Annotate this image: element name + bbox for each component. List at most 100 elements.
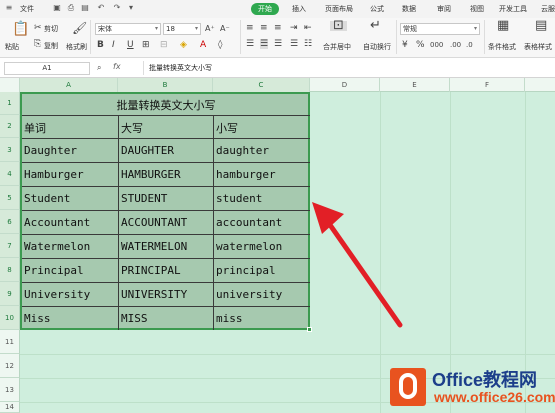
dropdown-icon[interactable]: ▾: [126, 3, 136, 13]
format-painter-icon[interactable]: 🖌: [72, 22, 87, 34]
row-header-10[interactable]: 10: [0, 306, 20, 330]
table-cell[interactable]: DAUGHTER: [121, 144, 174, 157]
tab-review[interactable]: 审阅: [437, 4, 451, 14]
tab-data[interactable]: 数据: [402, 4, 416, 14]
border-icon[interactable]: ⊞: [142, 40, 150, 50]
number-format-select[interactable]: 常规 ▾: [400, 23, 480, 35]
table-cell[interactable]: MISS: [121, 312, 148, 325]
select-all-corner[interactable]: [0, 78, 20, 92]
row-header-9[interactable]: 9: [0, 282, 20, 306]
tab-cloud[interactable]: 云服: [541, 4, 555, 14]
menu-icon[interactable]: ≡: [4, 3, 14, 13]
table-cell[interactable]: STUDENT: [121, 192, 167, 205]
table-cell[interactable]: miss: [216, 312, 243, 325]
increase-decimal-icon[interactable]: .00: [450, 40, 461, 50]
row-header-7[interactable]: 7: [0, 234, 20, 258]
column-header-a[interactable]: A: [20, 78, 118, 92]
table-style-icon[interactable]: ▤: [535, 19, 547, 32]
strikethrough-icon[interactable]: ⊟: [160, 40, 168, 50]
column-header-b[interactable]: B: [118, 78, 213, 92]
bold-icon[interactable]: B: [97, 40, 104, 50]
font-color-icon[interactable]: A: [200, 40, 206, 50]
conditional-format-icon[interactable]: ▦: [497, 19, 509, 32]
row-header-12[interactable]: 12: [0, 354, 20, 378]
table-cell[interactable]: university: [216, 288, 282, 301]
table-cell[interactable]: Student: [24, 192, 70, 205]
thousands-icon[interactable]: 000: [430, 40, 443, 50]
name-box[interactable]: A1: [4, 62, 90, 75]
percent-icon[interactable]: %: [416, 40, 425, 50]
table-header-upper[interactable]: 大写: [121, 120, 143, 136]
wrap-text-button[interactable]: 自动换行: [363, 42, 391, 52]
indent-icon[interactable]: ⇥: [290, 23, 298, 33]
table-cell[interactable]: daughter: [216, 144, 269, 157]
align-top-icon[interactable]: ≡: [246, 23, 254, 33]
table-cell[interactable]: Principal: [24, 264, 84, 277]
tab-insert[interactable]: 插入: [292, 4, 306, 14]
row-header-14[interactable]: 14: [0, 402, 20, 413]
table-cell[interactable]: Watermelon: [24, 240, 90, 253]
zoom-icon[interactable]: ⌕: [97, 63, 101, 73]
row-header-4[interactable]: 4: [0, 162, 20, 186]
table-header-word[interactable]: 单词: [24, 120, 46, 136]
copy-icon[interactable]: ⎘: [34, 39, 41, 49]
table-cell[interactable]: Accountant: [24, 216, 90, 229]
copy-button[interactable]: 复制: [44, 41, 58, 51]
column-header-f[interactable]: F: [450, 78, 525, 92]
wrap-text-icon[interactable]: ↵: [370, 19, 381, 32]
table-cell[interactable]: ACCOUNTANT: [121, 216, 187, 229]
format-painter-button[interactable]: 格式刷: [66, 42, 87, 52]
align-center-icon[interactable]: ☰: [260, 39, 269, 49]
table-cell[interactable]: hamburger: [216, 168, 276, 181]
align-bottom-icon[interactable]: ≡: [274, 23, 282, 33]
decrease-font-icon[interactable]: A⁻: [220, 24, 230, 34]
table-cell[interactable]: PRINCIPAL: [121, 264, 181, 277]
table-cell[interactable]: University: [24, 288, 90, 301]
table-title[interactable]: 批量转换英文大小写: [22, 97, 310, 113]
redo-icon[interactable]: ↷: [112, 3, 122, 13]
save-icon[interactable]: ▣: [52, 3, 62, 13]
row-header-13[interactable]: 13: [0, 378, 20, 402]
tab-formula[interactable]: 公式: [370, 4, 384, 14]
paste-icon[interactable]: 📋: [12, 22, 29, 36]
table-cell[interactable]: Miss: [24, 312, 51, 325]
row-header-6[interactable]: 6: [0, 210, 20, 234]
distribute-icon[interactable]: ☷: [304, 39, 312, 49]
file-menu[interactable]: 文件: [20, 4, 34, 14]
column-header-d[interactable]: D: [310, 78, 380, 92]
increase-font-icon[interactable]: A⁺: [205, 24, 215, 34]
font-size-select[interactable]: 18 ▾: [163, 23, 201, 35]
column-header-c[interactable]: C: [213, 78, 310, 92]
row-header-5[interactable]: 5: [0, 186, 20, 210]
row-header-8[interactable]: 8: [0, 258, 20, 282]
undo-icon[interactable]: ↶: [96, 3, 106, 13]
print-preview-icon[interactable]: ▤: [80, 3, 90, 13]
decrease-decimal-icon[interactable]: .0: [466, 40, 473, 50]
print-icon[interactable]: ⎙: [66, 3, 76, 13]
italic-icon[interactable]: I: [112, 40, 115, 50]
table-cell[interactable]: accountant: [216, 216, 282, 229]
merge-center-icon[interactable]: ⊡: [330, 19, 347, 32]
table-cell[interactable]: Daughter: [24, 144, 77, 157]
font-name-select[interactable]: 宋体 ▾: [95, 23, 161, 35]
table-cell[interactable]: student: [216, 192, 262, 205]
tab-view[interactable]: 视图: [470, 4, 484, 14]
spreadsheet-grid[interactable]: A B C D E F 1 2 3 4 5 6 7 8 9 10 11 12 1…: [0, 78, 555, 413]
fx-icon[interactable]: fx: [113, 62, 121, 71]
formula-input[interactable]: 批量转换英文大小写: [143, 61, 551, 75]
cut-button[interactable]: 剪切: [44, 24, 58, 34]
row-header-2[interactable]: 2: [0, 115, 20, 138]
tab-start[interactable]: 开始: [251, 3, 279, 15]
align-left-icon[interactable]: ☰: [246, 39, 254, 49]
row-header-3[interactable]: 3: [0, 138, 20, 162]
cut-icon[interactable]: ✂: [34, 23, 42, 33]
tab-developer[interactable]: 开发工具: [499, 4, 527, 14]
table-cell[interactable]: WATERMELON: [121, 240, 187, 253]
currency-icon[interactable]: ¥: [402, 40, 408, 50]
table-header-lower[interactable]: 小写: [216, 120, 238, 136]
row-header-11[interactable]: 11: [0, 330, 20, 354]
table-cell[interactable]: HAMBURGER: [121, 168, 181, 181]
outdent-icon[interactable]: ⇤: [304, 23, 312, 33]
table-cell[interactable]: Hamburger: [24, 168, 84, 181]
merge-center-button[interactable]: 合并居中: [323, 42, 351, 52]
